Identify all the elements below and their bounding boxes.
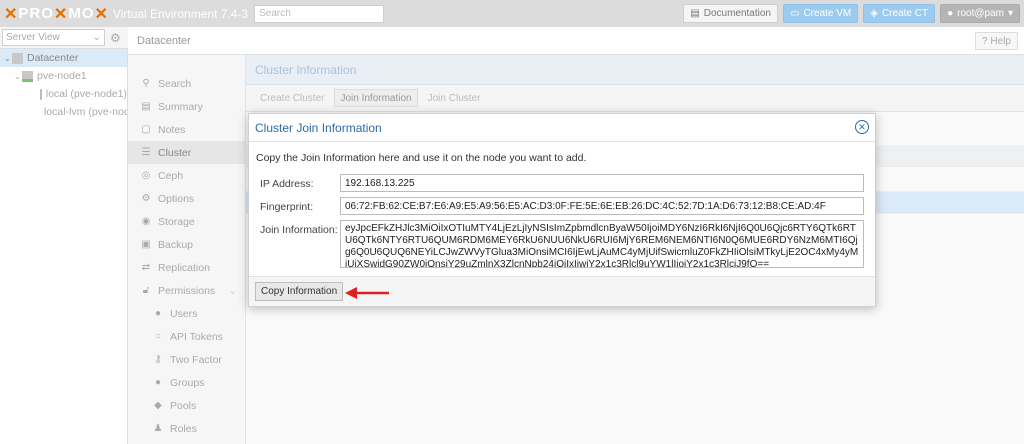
join-information-button[interactable]: Join Information xyxy=(334,89,418,107)
tree-node-pve-node1[interactable]: ⌄ pve-node1 xyxy=(0,67,127,85)
server-icon xyxy=(22,70,33,82)
cube-icon: ◈ xyxy=(870,8,878,19)
floppy-icon: ▣ xyxy=(141,239,151,250)
book-icon: ▤ xyxy=(141,101,151,112)
expand-icon[interactable]: ⌄ xyxy=(4,54,12,63)
unlock-icon: 🔓︎ xyxy=(142,285,150,296)
join-info-label: Join Information: xyxy=(260,224,338,236)
tree-node-local-lvm[interactable]: local-lvm (pve-node1) xyxy=(0,103,127,121)
create-cluster-button[interactable]: Create Cluster xyxy=(254,89,330,107)
create-ct-button[interactable]: ◈ Create CT xyxy=(863,4,936,23)
user-icon: ● xyxy=(154,308,162,319)
users-icon: ● xyxy=(154,377,162,388)
version-text: Virtual Environment 7.4-3 xyxy=(112,6,249,21)
ip-field[interactable]: 192.168.13.225 xyxy=(340,174,864,192)
red-arrow-annotation xyxy=(345,287,389,299)
search-icon: ⚲ xyxy=(142,78,150,89)
ip-row: IP Address: 192.168.13.225 xyxy=(256,174,864,192)
user-menu-button[interactable]: ● root@pam ▾ xyxy=(940,4,1020,23)
database-icon xyxy=(40,88,42,100)
join-info-row: Join Information: eyJpcEFkZHJlc3MiOiIxOT… xyxy=(256,220,864,268)
menu-item-storage[interactable]: ◉ Storage xyxy=(128,210,245,233)
male-icon: ♟ xyxy=(153,423,163,434)
database-icon: ◉ xyxy=(141,216,151,227)
tags-icon: ◆ xyxy=(154,400,162,411)
breadcrumb: Datacenter xyxy=(137,34,191,47)
chevron-down-icon: ⌄ xyxy=(92,32,101,43)
datacenter-menu: ⚲ Search ▤ Summary ▢ Notes ☰ Cluster ◎ Ceph ⚙… xyxy=(128,55,246,444)
menu-item-roles[interactable]: ♟ Roles xyxy=(128,417,245,440)
menu-item-api-tokens[interactable]: ○ API Tokens xyxy=(128,325,245,348)
retweet-icon: ⇄ xyxy=(141,262,151,273)
key-icon: ⚷ xyxy=(154,354,162,365)
tree-node-local[interactable]: local (pve-node1) xyxy=(0,85,127,103)
notes-icon: ▢ xyxy=(141,124,151,135)
proxmox-logo[interactable]: ✕ PRO ✕ MO ✕ xyxy=(4,4,109,24)
cluster-toolbar: Create Cluster Join Information Join Clu… xyxy=(246,85,1024,112)
ip-label: IP Address: xyxy=(260,178,314,190)
fingerprint-field[interactable]: 06:72:FB:62:CE:B7:E6:A9:E5:A9:56:E5:AC:D… xyxy=(340,197,864,215)
fingerprint-label: Fingerprint: xyxy=(260,201,314,213)
ceph-icon: ◎ xyxy=(141,170,151,181)
content-header: Datacenter ? Help xyxy=(128,27,1024,55)
tree-header: Server View ⌄ ⚙ xyxy=(0,27,128,49)
top-bar: ✕ PRO ✕ MO ✕ Virtual Environment 7.4-3 S… xyxy=(0,0,1024,27)
server-icon: ☰ xyxy=(141,147,151,158)
menu-item-options[interactable]: ⚙ Options xyxy=(128,187,245,210)
gear-icon[interactable]: ⚙ xyxy=(110,31,121,45)
join-cluster-button[interactable]: Join Cluster xyxy=(422,89,487,107)
menu-item-replication[interactable]: ⇄ Replication xyxy=(128,256,245,279)
close-icon[interactable]: ✕ xyxy=(855,120,869,134)
menu-item-notes[interactable]: ▢ Notes xyxy=(128,118,245,141)
copy-information-button[interactable]: Copy Information xyxy=(255,282,344,301)
search-input[interactable]: Search xyxy=(254,4,385,23)
menu-item-cluster[interactable]: ☰ Cluster xyxy=(128,141,245,164)
user-icon: ● xyxy=(947,8,954,19)
chevron-down-icon: ▾ xyxy=(1007,8,1013,19)
menu-item-users[interactable]: ● Users xyxy=(128,302,245,325)
fingerprint-row: Fingerprint: 06:72:FB:62:CE:B7:E6:A9:E5:… xyxy=(256,197,864,215)
desktop-icon: ▭ xyxy=(790,8,800,19)
menu-item-backup[interactable]: ▣ Backup xyxy=(128,233,245,256)
tree-node-datacenter[interactable]: ⌄ Datacenter xyxy=(0,49,127,67)
book-icon: ▤ xyxy=(690,8,700,19)
menu-item-two-factor[interactable]: ⚷ Two Factor xyxy=(128,348,245,371)
menu-item-groups[interactable]: ● Groups xyxy=(128,371,245,394)
menu-item-ceph[interactable]: ◎ Ceph xyxy=(128,164,245,187)
chevron-down-icon: ⌄ xyxy=(228,284,237,297)
resource-tree: ⌄ Datacenter ⌄ pve-node1 local (pve-node… xyxy=(0,49,128,444)
create-vm-button[interactable]: ▭ Create VM xyxy=(783,4,859,23)
help-button[interactable]: ? Help xyxy=(974,32,1018,50)
panel-title: Cluster Information xyxy=(246,55,1024,85)
menu-item-pools[interactable]: ◆ Pools xyxy=(128,394,245,417)
expand-icon[interactable]: ⌄ xyxy=(14,72,22,81)
server-view-select[interactable]: Server View ⌄ xyxy=(2,29,105,46)
menu-item-search[interactable]: ⚲ Search xyxy=(128,72,245,95)
dialog-message: Copy the Join Information here and use i… xyxy=(256,152,587,164)
user-outline-icon: ○ xyxy=(154,331,162,342)
gear-icon: ⚙ xyxy=(141,193,151,204)
menu-item-summary[interactable]: ▤ Summary xyxy=(128,95,245,118)
join-info-textarea[interactable]: eyJpcEFkZHJlc3MiOiIxOTIuMTY4LjEzLjIyNSIs… xyxy=(340,220,864,268)
question-icon: ? xyxy=(981,35,988,47)
menu-item-permissions[interactable]: 🔓︎ Permissions ⌄ xyxy=(128,279,245,302)
dialog-footer: Copy Information xyxy=(249,276,875,306)
datacenter-icon xyxy=(12,52,23,64)
documentation-button[interactable]: ▤ Documentation xyxy=(683,4,778,23)
join-info-dialog: Cluster Join Information ✕ Copy the Join… xyxy=(248,113,876,307)
dialog-title: Cluster Join Information xyxy=(249,114,875,142)
